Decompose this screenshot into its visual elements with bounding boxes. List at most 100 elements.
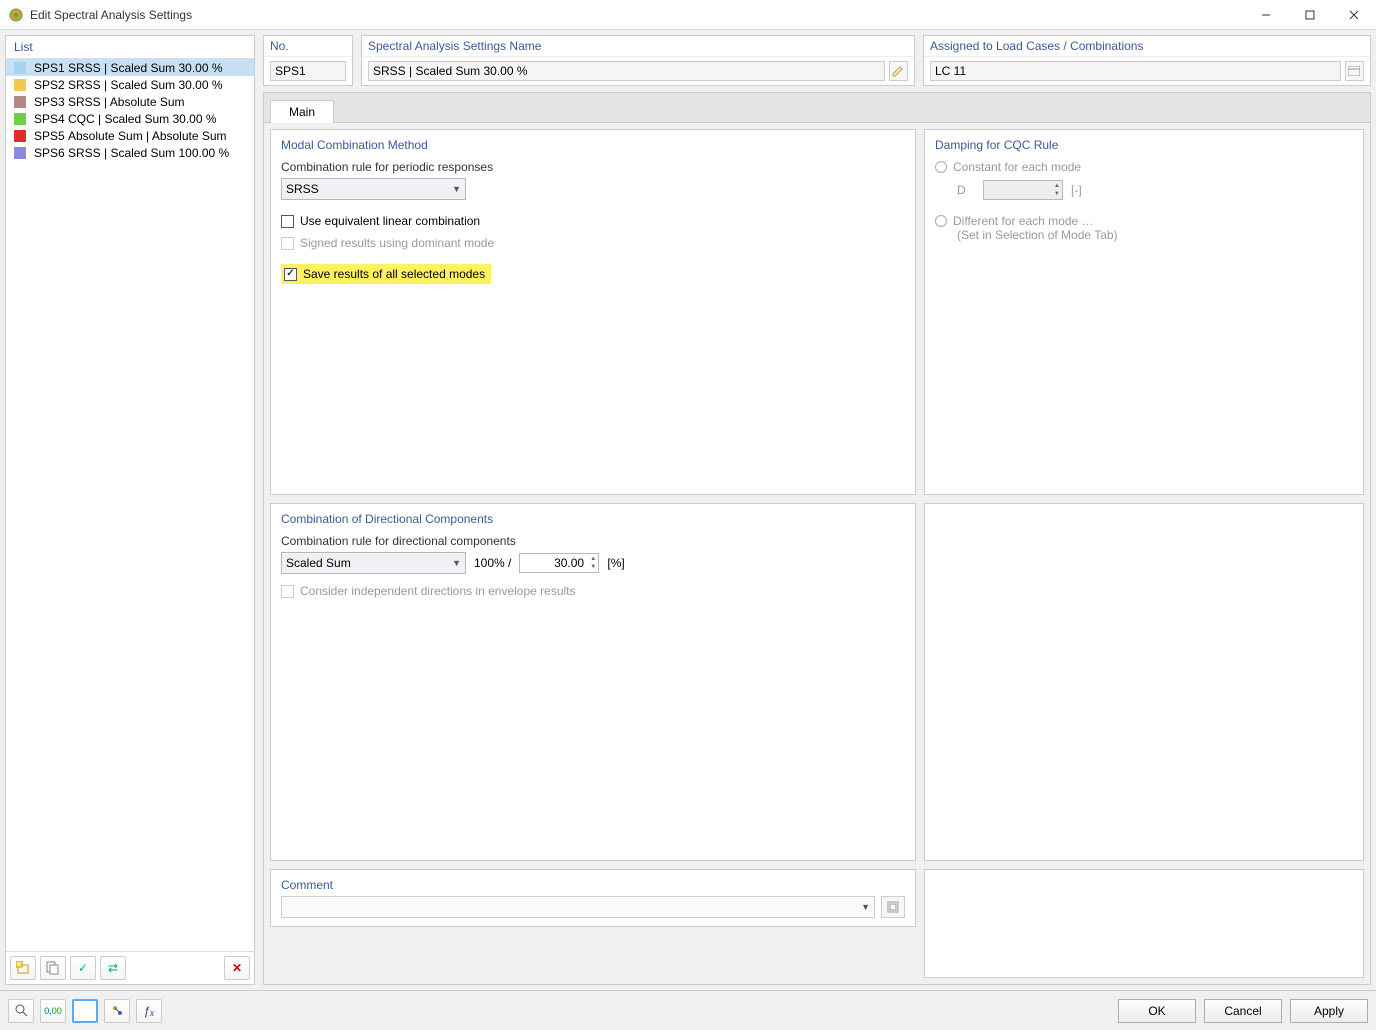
d-label: D xyxy=(957,183,975,197)
minimize-button[interactable] xyxy=(1244,0,1288,30)
directional-rule-select[interactable]: Scaled Sum ▼ xyxy=(281,552,466,574)
window-title: Edit Spectral Analysis Settings xyxy=(30,8,1244,22)
cancel-button[interactable]: Cancel xyxy=(1204,999,1282,1023)
modal-combination-panel: Modal Combination Method Combination rul… xyxy=(270,129,916,495)
color-swatch xyxy=(14,79,26,91)
list-item-name: SRSS | Scaled Sum 100.00 % xyxy=(68,146,229,160)
constant-radio xyxy=(935,161,947,173)
delete-item-icon[interactable]: ✕ xyxy=(224,956,250,980)
maximize-button[interactable] xyxy=(1288,0,1332,30)
directional-rule-value: Scaled Sum xyxy=(286,556,351,570)
no-input[interactable] xyxy=(270,61,346,81)
list-item-name: CQC | Scaled Sum 30.00 % xyxy=(68,112,217,126)
list-item-id: SPS2 xyxy=(34,78,68,92)
assigned-field-group: Assigned to Load Cases / Combinations xyxy=(923,35,1371,86)
app-icon xyxy=(8,7,24,23)
pct-value-input[interactable]: ▲▼ xyxy=(519,553,599,573)
function-icon[interactable]: ƒₓ xyxy=(136,999,162,1023)
pct-prefix: 100% / xyxy=(474,556,511,570)
d-unit: [-] xyxy=(1071,183,1082,197)
comment-combo[interactable]: ▼ xyxy=(281,896,875,918)
browse-assigned-icon[interactable] xyxy=(1345,61,1364,81)
constant-label: Constant for each mode xyxy=(953,160,1081,174)
copy-item-icon[interactable] xyxy=(40,956,66,980)
save-results-row[interactable]: Save results of all selected modes xyxy=(281,264,491,284)
damping-title: Damping for CQC Rule xyxy=(935,138,1353,152)
list-item-id: SPS5 xyxy=(34,129,68,143)
periodic-rule-label: Combination rule for periodic responses xyxy=(281,160,905,174)
modal-title: Modal Combination Method xyxy=(281,138,905,152)
list-item-name: SRSS | Scaled Sum 30.00 % xyxy=(68,61,223,75)
list-item[interactable]: SPS6SRSS | Scaled Sum 100.00 % xyxy=(6,144,254,161)
different-mode-row: Different for each mode … xyxy=(935,214,1353,228)
list-item-name: SRSS | Absolute Sum xyxy=(68,95,185,109)
close-button[interactable] xyxy=(1332,0,1376,30)
check-invalid-icon[interactable]: ⇄ xyxy=(100,956,126,980)
d-input: ▲▼ xyxy=(983,180,1063,200)
no-field-group: No. xyxy=(263,35,353,86)
save-results-label: Save results of all selected modes xyxy=(303,267,485,281)
selection-box-icon[interactable] xyxy=(72,999,98,1023)
list-item[interactable]: SPS3SRSS | Absolute Sum xyxy=(6,93,254,110)
different-label: Different for each mode … xyxy=(953,214,1094,228)
assigned-input[interactable] xyxy=(930,61,1341,81)
list-item-id: SPS6 xyxy=(34,146,68,160)
check-valid-icon[interactable]: ✓ xyxy=(70,956,96,980)
comment-title: Comment xyxy=(281,878,905,892)
directional-rule-label: Combination rule for directional compone… xyxy=(281,534,905,548)
list-item[interactable]: SPS1SRSS | Scaled Sum 30.00 % xyxy=(6,59,254,76)
color-swatch xyxy=(14,96,26,108)
tab-main[interactable]: Main xyxy=(270,100,334,123)
damping-panel: Damping for CQC Rule Constant for each m… xyxy=(924,129,1364,495)
use-equiv-checkbox[interactable] xyxy=(281,215,294,228)
tab-strip: Main xyxy=(264,93,1370,123)
color-swatch xyxy=(14,62,26,74)
assigned-label: Assigned to Load Cases / Combinations xyxy=(924,36,1370,57)
units-icon[interactable]: 0,00 xyxy=(40,999,66,1023)
consider-label: Consider independent directions in envel… xyxy=(300,584,576,598)
chevron-down-icon: ▼ xyxy=(861,902,870,912)
ok-button[interactable]: OK xyxy=(1118,999,1196,1023)
different-sublabel: (Set in Selection of Mode Tab) xyxy=(957,228,1353,242)
apply-button[interactable]: Apply xyxy=(1290,999,1368,1023)
name-input[interactable] xyxy=(368,61,885,81)
list-item-id: SPS4 xyxy=(34,112,68,126)
use-equiv-label: Use equivalent linear combination xyxy=(300,214,480,228)
list-item[interactable]: SPS2SRSS | Scaled Sum 30.00 % xyxy=(6,76,254,93)
chevron-down-icon: ▼ xyxy=(452,184,461,194)
titlebar: Edit Spectral Analysis Settings xyxy=(0,0,1376,30)
color-swatch xyxy=(14,147,26,159)
list-item-name: Absolute Sum | Absolute Sum xyxy=(68,129,227,143)
consider-independent-row: Consider independent directions in envel… xyxy=(281,584,905,598)
consider-checkbox xyxy=(281,585,294,598)
save-results-checkbox[interactable] xyxy=(284,268,297,281)
list-item[interactable]: SPS4CQC | Scaled Sum 30.00 % xyxy=(6,110,254,127)
constant-mode-row: Constant for each mode xyxy=(935,160,1353,174)
list-panel: List SPS1SRSS | Scaled Sum 30.00 %SPS2SR… xyxy=(5,35,255,985)
name-label: Spectral Analysis Settings Name xyxy=(362,36,914,57)
directional-title: Combination of Directional Components xyxy=(281,512,905,526)
color-swatch xyxy=(14,113,26,125)
bottom-bar: 0,00 ƒₓ OK Cancel Apply xyxy=(0,990,1376,1030)
periodic-rule-select[interactable]: SRSS ▼ xyxy=(281,178,466,200)
search-icon[interactable] xyxy=(8,999,34,1023)
list-item-id: SPS1 xyxy=(34,61,68,75)
signed-checkbox xyxy=(281,237,294,250)
color-swatch xyxy=(14,130,26,142)
list-body[interactable]: SPS1SRSS | Scaled Sum 30.00 %SPS2SRSS | … xyxy=(6,59,254,951)
directional-panel: Combination of Directional Components Co… xyxy=(270,503,916,861)
use-equiv-row[interactable]: Use equivalent linear combination xyxy=(281,214,905,228)
signed-results-row: Signed results using dominant mode xyxy=(281,236,905,250)
blank-panel-right-2 xyxy=(924,869,1364,978)
list-item-name: SRSS | Scaled Sum 30.00 % xyxy=(68,78,223,92)
list-header: List xyxy=(6,36,254,59)
comment-browse-icon[interactable] xyxy=(881,896,905,918)
members-icon[interactable] xyxy=(104,999,130,1023)
edit-name-icon[interactable] xyxy=(889,61,908,81)
new-item-icon[interactable] xyxy=(10,956,36,980)
list-item-id: SPS3 xyxy=(34,95,68,109)
signed-label: Signed results using dominant mode xyxy=(300,236,494,250)
list-toolbar: ✓ ⇄ ✕ xyxy=(6,951,254,984)
list-item[interactable]: SPS5Absolute Sum | Absolute Sum xyxy=(6,127,254,144)
no-label: No. xyxy=(264,36,352,57)
